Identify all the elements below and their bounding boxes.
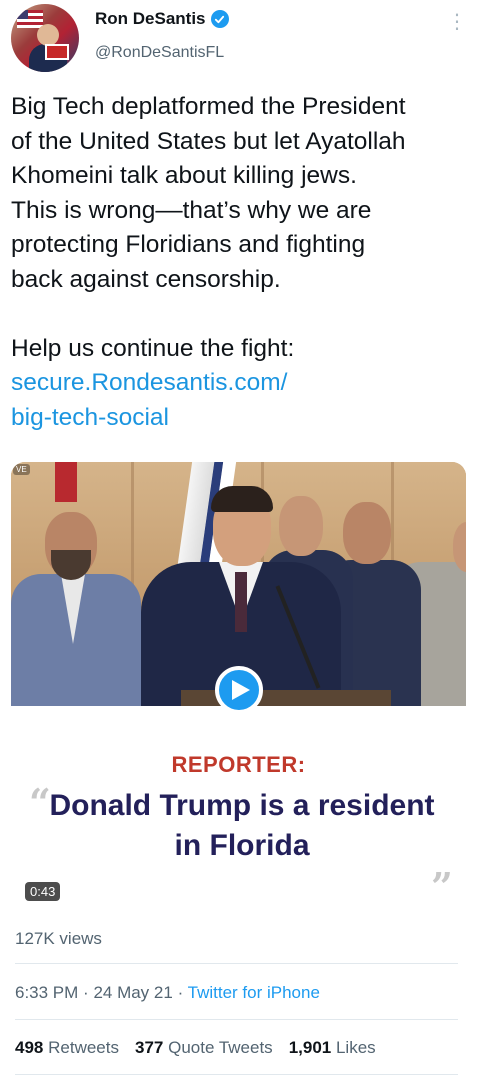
quote-tweets-count: 377: [134, 1038, 164, 1057]
author-name-row[interactable]: Ron DeSantis: [95, 9, 229, 29]
author-name[interactable]: Ron DeSantis: [95, 9, 206, 29]
tweet-link[interactable]: big-tech-social: [11, 401, 473, 436]
caption-quote: Donald Trump is a resident in Florida: [49, 789, 435, 862]
divider: [15, 963, 458, 964]
retweets-stat[interactable]: 498 Retweets: [15, 1038, 119, 1058]
tweet-paragraph: Big Tech deplatformed the President of t…: [11, 93, 406, 293]
engagement-stats: 498 Retweets 377 Quote Tweets 1,901 Like…: [15, 1038, 376, 1058]
video-duration: 0:43: [25, 882, 61, 901]
tweet-date[interactable]: 24 May 21: [93, 983, 172, 1002]
play-button-icon[interactable]: [215, 666, 263, 714]
more-options-icon[interactable]: ⋮: [447, 12, 467, 32]
divider: [15, 1074, 458, 1075]
caption-label: REPORTER:: [171, 752, 306, 777]
tweet-meta: 6:33 PM · 24 May 21 · Twitter for iPhone: [15, 983, 320, 1002]
view-count[interactable]: 127K views: [15, 929, 102, 949]
author-handle[interactable]: @RonDeSantisFL: [95, 44, 224, 62]
tweet-source-link[interactable]: Twitter for iPhone: [188, 983, 320, 1002]
likes-count: 1,901: [288, 1038, 332, 1057]
tweet-time[interactable]: 6:33 PM: [15, 983, 78, 1002]
tweet-link[interactable]: secure.Rondesantis.com/: [11, 366, 473, 401]
video-player[interactable]: VE REPORTER: “ Donald Trump is a residen…: [11, 462, 466, 906]
tweet-header: Ron DeSantis @RonDeSantisFL ⋮: [0, 0, 484, 80]
close-quote-icon: ”: [431, 864, 453, 906]
tweet-text: Big Tech deplatformed the President of t…: [11, 90, 473, 435]
quote-tweets-stat[interactable]: 377 Quote Tweets: [135, 1038, 273, 1058]
likes-stat[interactable]: 1,901 Likes: [289, 1038, 376, 1058]
divider: [15, 1019, 458, 1020]
corner-tag: VE: [13, 464, 30, 475]
avatar[interactable]: [11, 4, 79, 72]
flag-graphic: [17, 10, 43, 28]
likes-label: Likes: [335, 1038, 376, 1057]
quote-tweets-label: Quote Tweets: [168, 1038, 273, 1057]
retweets-label: Retweets: [48, 1038, 119, 1057]
retweets-count: 498: [15, 1038, 44, 1057]
tweet-paragraph: Help us continue the fight:: [11, 334, 295, 362]
verified-badge-icon: [210, 10, 229, 28]
